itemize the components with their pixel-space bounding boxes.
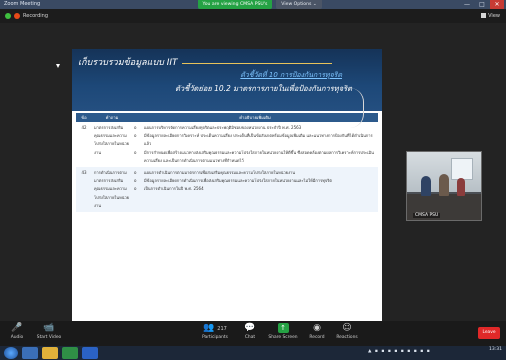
table-row: 43 การดำเนินการตามมาตรการส่งเสริมคุณธรรม… <box>76 167 378 213</box>
participant-count: 217 <box>217 326 227 332</box>
file-explorer-icon[interactable] <box>22 347 38 359</box>
view-options-button[interactable]: View Options ⌄ <box>276 0 322 9</box>
share-screen-icon: ↑ <box>277 323 289 333</box>
microphone-icon: 🎤 <box>11 323 23 333</box>
audio-label: Audio <box>10 335 24 340</box>
detail-item: มีข้อมูลรายละเอียดการดำเนินการเพื่อส่งเส… <box>134 177 376 185</box>
view-button[interactable]: View <box>481 12 500 20</box>
meeting-top-strip <box>0 9 506 23</box>
security-shield-icon[interactable] <box>5 13 11 19</box>
participants-icon: 👥 217 <box>196 323 234 333</box>
share-screen-button[interactable]: ↑ Share Screen <box>266 323 300 340</box>
taskbar-clock[interactable]: 13:31 <box>489 347 502 353</box>
chat-label: Chat <box>244 335 256 340</box>
row-number: 43 <box>76 167 92 213</box>
reactions-button[interactable]: ☺ Reactions <box>334 323 360 340</box>
indicator-table: ข้อ คำถาม คำอธิบายเพิ่มเติม 42 มาตรการส่… <box>76 113 378 213</box>
video-window <box>451 158 473 180</box>
excel-icon[interactable] <box>62 347 78 359</box>
detail-item: แผนการดำเนินการตามมาตรการเพื่อส่งเสริมคุ… <box>134 169 376 177</box>
grid-view-icon <box>481 13 487 18</box>
window-controls: — □ ✕ <box>460 0 504 9</box>
slide-title: เก็บรวบรวมข้อมูลแบบ IIT <box>78 58 178 68</box>
record-icon: ◉ <box>313 323 321 333</box>
row-question: การดำเนินการตามมาตรการส่งเสริมคุณธรรมและ… <box>92 167 132 213</box>
share-screen-label: Share Screen <box>268 335 298 340</box>
detail-item: แผนการบริหารจัดการความเสี่ยงทุจริตและประ… <box>134 124 376 132</box>
reactions-icon: ☺ <box>342 323 352 333</box>
slide-subtitle-indicator: ตัวชี้วัดที่ 10 การป้องกันการทุจริต <box>240 71 342 79</box>
table-row: 42 มาตรการส่งเสริมคุณธรรมและความโปร่งใสภ… <box>76 122 378 168</box>
table-header-row: ข้อ คำถาม คำอธิบายเพิ่มเติม <box>76 113 378 122</box>
detail-item: มีข้อมูลรายละเอียดการวิเคราะห์ ประเด็นคว… <box>134 132 376 148</box>
chat-button[interactable]: 💬 Chat <box>240 323 260 340</box>
video-camera-icon: 📹 <box>43 323 55 333</box>
row-question: มาตรการส่งเสริมคุณธรรมและความโปร่งใสภายใ… <box>92 122 132 168</box>
recording-label[interactable]: Recording <box>23 12 48 20</box>
header-description: คำอธิบายเพิ่มเติม <box>132 113 378 122</box>
detail-item: มีการกำหนดเพื่อสร้างแนวทางส่งเสริมคุณธรร… <box>134 149 376 165</box>
start-menu-icon[interactable] <box>4 347 18 359</box>
participant-name: CMSA PSU <box>413 213 441 218</box>
view-label: View <box>488 13 500 19</box>
video-person <box>457 178 465 196</box>
detail-item: เป็นการดำเนินการในปี พ.ศ. 2564 <box>134 185 376 193</box>
start-video-button[interactable]: 📹 Start Video <box>32 323 66 340</box>
record-button[interactable]: ◉ Record <box>306 323 328 340</box>
row-number: 42 <box>76 122 92 168</box>
slide-subtitle-subindicator: ตัวชี้วัดย่อย 10.2 มาตรการภายในเพื่อป้อง… <box>175 84 352 93</box>
recording-dot-icon <box>14 13 20 19</box>
video-person <box>439 174 449 196</box>
system-tray[interactable]: ▲ ▪ ▪ ▪ ▪ ▪ ▪ ▪ ▪ ▪ <box>368 349 431 354</box>
participants-glyph: 👥 <box>203 323 215 333</box>
start-video-label: Start Video <box>36 335 62 340</box>
slide-header: เก็บรวบรวมข้อมูลแบบ IIT ตัวชี้วัดที่ 10 … <box>72 49 382 111</box>
participant-video-tile[interactable]: CMSA PSU <box>406 151 482 221</box>
window-title-bar: Zoom Meeting You are viewing CMSA PSU's … <box>0 0 506 16</box>
close-button[interactable]: ✕ <box>490 0 504 9</box>
header-no: ข้อ <box>76 113 92 122</box>
maximize-button[interactable]: □ <box>475 0 489 9</box>
minimize-button[interactable]: — <box>460 0 474 9</box>
record-label: Record <box>309 335 325 340</box>
chat-icon: 💬 <box>244 323 256 333</box>
window-title: Zoom Meeting <box>4 1 41 7</box>
audio-button[interactable]: 🎤 Audio <box>6 323 28 340</box>
reactions-label: Reactions <box>336 335 358 340</box>
mouse-pointer-icon <box>56 64 60 68</box>
row-details: แผนการบริหารจัดการความเสี่ยงทุจริตและประ… <box>132 122 378 168</box>
shared-screen-slide: เก็บรวบรวมข้อมูลแบบ IIT ตัวชี้วัดที่ 10 … <box>72 49 382 323</box>
video-person <box>421 176 431 196</box>
leave-button[interactable]: Leave <box>478 327 500 339</box>
zoom-app-icon[interactable] <box>82 347 98 359</box>
participants-button[interactable]: 👥 217 Participants <box>196 323 234 340</box>
participants-label: Participants <box>202 335 228 340</box>
folder-icon[interactable] <box>42 347 58 359</box>
screen-share-banner: You are viewing CMSA PSU's screen <box>198 0 272 16</box>
header-question: คำถาม <box>92 113 132 122</box>
row-details: แผนการดำเนินการตามมาตรการเพื่อส่งเสริมคุ… <box>132 167 378 213</box>
zoom-window: Zoom Meeting You are viewing CMSA PSU's … <box>0 0 506 360</box>
